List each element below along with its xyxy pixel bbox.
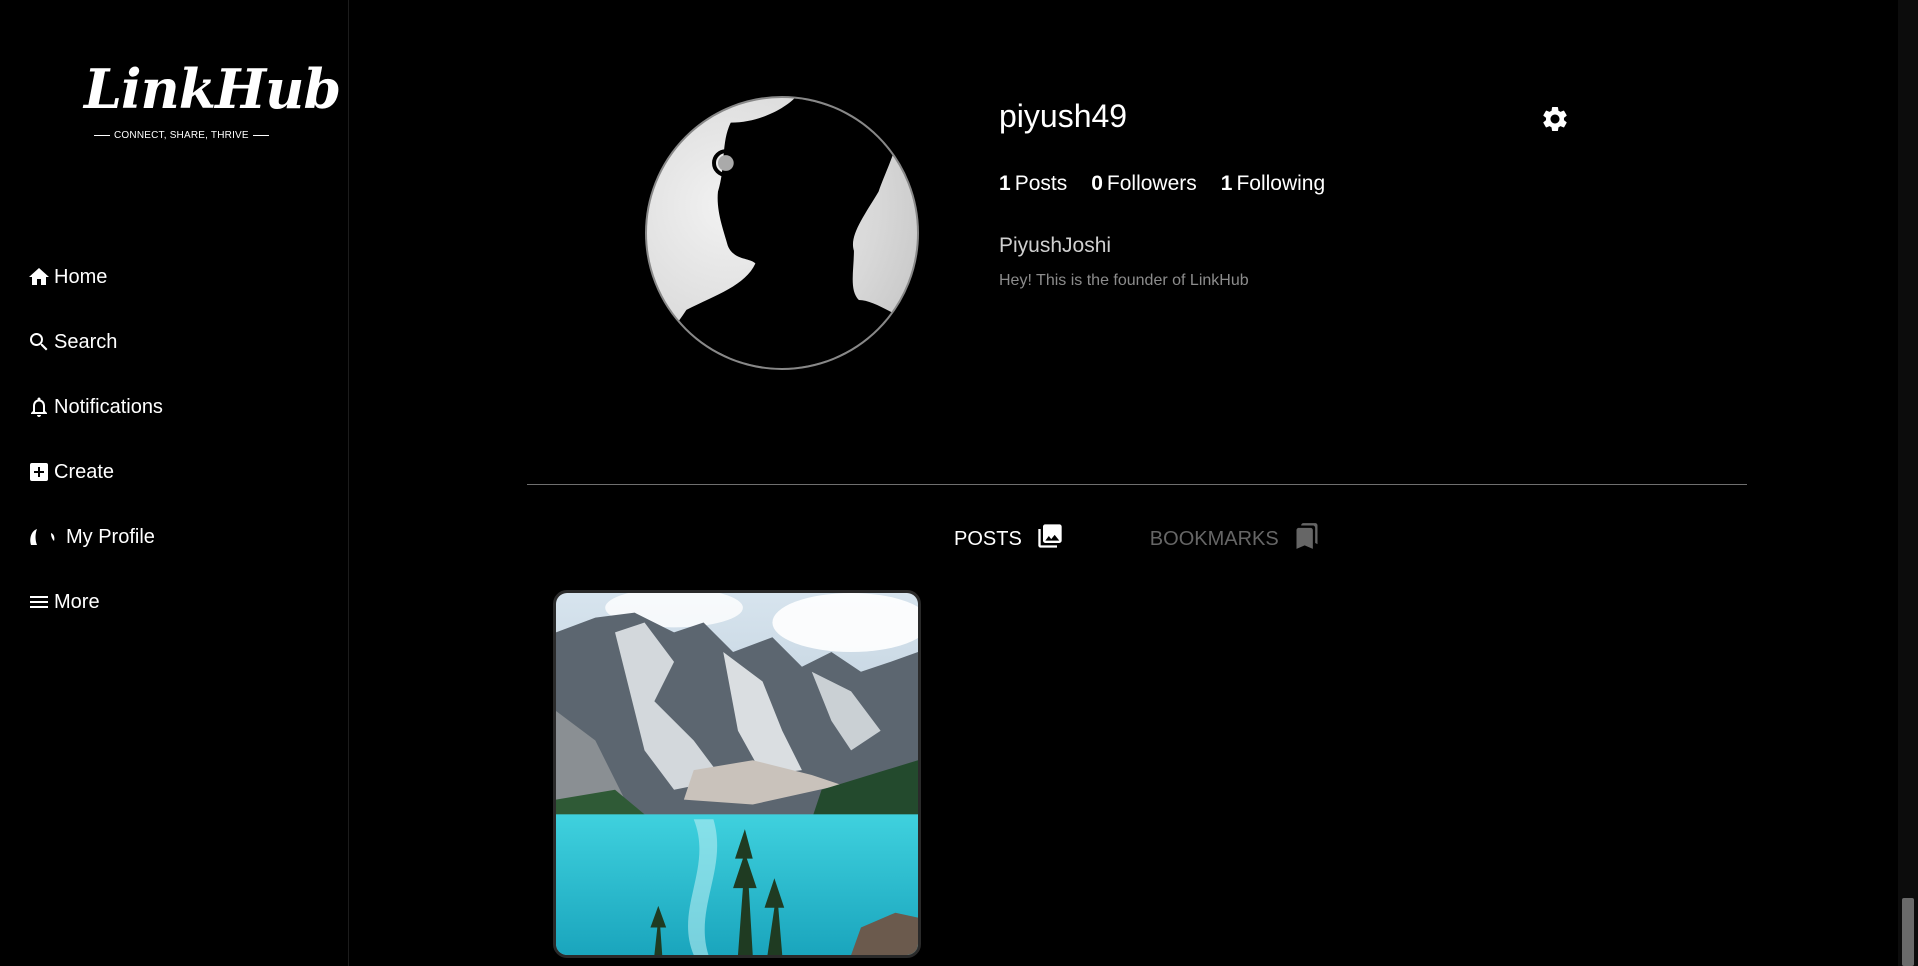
posts-stat[interactable]: 1 Posts: [999, 172, 1067, 196]
sidebar-item-home[interactable]: Home: [26, 262, 163, 292]
search-icon: [26, 329, 52, 355]
sidebar-item-more[interactable]: More: [26, 587, 163, 617]
profile-bio: Hey! This is the founder of LinkHub: [999, 272, 1249, 289]
profile-stats: 1 Posts 0 Followers 1 Following: [999, 172, 1325, 196]
sidebar-item-label: Create: [54, 460, 115, 483]
home-icon: [26, 264, 52, 290]
post-thumbnail[interactable]: [553, 590, 921, 958]
section-divider: [527, 484, 1747, 485]
profile-avatar-icon: [26, 524, 64, 550]
hamburger-icon: [26, 589, 52, 615]
sidebar-item-create[interactable]: Create: [26, 457, 163, 487]
tab-posts[interactable]: POSTS: [954, 522, 1064, 556]
sidebar-nav: Home Search Notifications Create My Prof…: [26, 262, 163, 652]
scrollbar-thumb[interactable]: [1902, 898, 1914, 966]
profile-main: piyush49 1 Posts 0 Followers 1 Following Pi…: [350, 0, 1898, 966]
bell-icon: [26, 394, 52, 420]
posts-count: 1: [999, 172, 1011, 195]
mountain-lake-image: [556, 593, 918, 955]
sidebar-item-label: More: [54, 590, 100, 613]
tab-label: BOOKMARKS: [1149, 527, 1279, 550]
images-icon: [1036, 522, 1064, 556]
sidebar-item-my-profile[interactable]: My Profile: [26, 522, 163, 552]
bookmarks-icon: [1293, 522, 1321, 556]
profile-tabs: POSTS BOOKMARKS: [954, 522, 1321, 556]
settings-gear-icon[interactable]: [1540, 104, 1570, 134]
followers-count: 0: [1091, 172, 1103, 195]
profile-avatar[interactable]: [645, 96, 919, 370]
sidebar: LinkHub CONNECT, SHARE, THRIVE Home Sear…: [0, 0, 349, 966]
following-count: 1: [1220, 172, 1233, 195]
posts-label: Posts: [1014, 172, 1068, 195]
sidebar-item-label: Search: [54, 330, 118, 353]
sidebar-item-notifications[interactable]: Notifications: [26, 392, 163, 422]
following-label: Following: [1236, 172, 1326, 195]
logo-tagline: CONNECT, SHARE, THRIVE: [90, 130, 262, 141]
logo-text: LinkHub: [84, 57, 341, 121]
plus-box-icon: [26, 459, 52, 485]
tab-label: POSTS: [954, 527, 1022, 550]
followers-label: Followers: [1106, 172, 1197, 195]
followers-stat[interactable]: 0 Followers: [1091, 172, 1197, 196]
following-stat[interactable]: 1 Following: [1221, 172, 1325, 196]
page-scrollbar[interactable]: [1898, 0, 1918, 966]
profile-full-name: PiyushJoshi: [999, 234, 1112, 257]
sidebar-item-search[interactable]: Search: [26, 327, 163, 357]
sidebar-item-label: Notifications: [54, 395, 163, 418]
linkhub-logo[interactable]: LinkHub CONNECT, SHARE, THRIVE: [78, 60, 341, 150]
tab-bookmarks[interactable]: BOOKMARKS: [1150, 522, 1321, 556]
sidebar-item-label: My Profile: [66, 525, 155, 548]
profile-username: piyush49: [999, 98, 1128, 134]
sidebar-item-label: Home: [54, 265, 108, 288]
